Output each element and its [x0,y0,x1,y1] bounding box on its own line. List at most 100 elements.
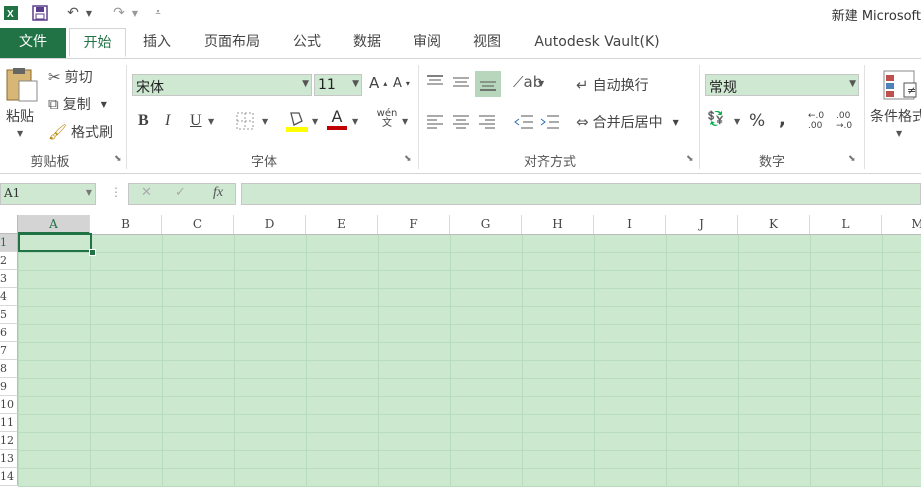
column-header[interactable]: D [234,215,306,234]
save-icon[interactable] [30,4,50,22]
font-color-dropdown-icon[interactable]: ▼ [352,117,358,126]
borders-icon[interactable] [236,112,254,134]
customize-qat-icon[interactable]: ⩡ [152,4,164,22]
shrink-font-icon[interactable]: A ▾ [393,76,410,91]
paste-dropdown-icon[interactable]: ▼ [17,129,23,138]
column-header[interactable]: L [810,215,882,234]
paste-icon[interactable] [4,67,40,103]
font-name-select[interactable]: 宋体 ▼ [132,74,312,96]
comma-style-button[interactable]: , [779,109,786,130]
fill-handle[interactable] [89,249,96,256]
column-header[interactable]: A [18,215,90,234]
merge-dropdown-icon[interactable]: ▼ [673,118,679,127]
paste-button[interactable]: 粘贴 [6,106,34,126]
wrap-text-button[interactable]: ↵ 自动换行 [576,75,649,95]
formula-input[interactable] [241,183,921,205]
cell-area[interactable] [18,234,921,487]
row-header[interactable]: 14 [0,468,18,486]
row-header[interactable]: 4 [0,288,18,306]
cancel-icon[interactable]: ✕ [141,185,152,200]
tab-data[interactable]: 数据 [342,28,392,58]
align-middle-icon[interactable] [451,73,471,95]
accounting-format-icon[interactable]: 💱 [707,111,724,127]
row-header[interactable]: 1 [0,234,18,252]
chevron-down-icon[interactable]: ▼ [86,188,92,197]
insert-function-icon[interactable]: fx [213,185,223,201]
borders-dropdown-icon[interactable]: ▼ [262,117,268,126]
tab-file[interactable]: 文件 [0,28,66,58]
align-top-icon[interactable] [425,73,445,95]
row-header[interactable]: 10 [0,396,18,414]
active-cell[interactable] [18,233,92,252]
copy-dropdown-icon[interactable]: ▼ [101,100,107,109]
tab-insert[interactable]: 插入 [130,28,184,58]
decrease-decimal-button[interactable]: .00 →.0 [836,111,860,131]
enter-icon[interactable]: ✓ [175,185,186,200]
column-header[interactable]: B [90,215,162,234]
column-header[interactable]: K [738,215,810,234]
grow-font-icon[interactable]: A ▴ [369,74,387,92]
number-launcher-icon[interactable]: ⬊ [848,155,857,164]
redo-icon[interactable]: ↷ [108,4,130,22]
percent-button[interactable]: % [749,111,765,131]
italic-button[interactable]: I [165,112,170,130]
column-header[interactable]: E [306,215,378,234]
bold-button[interactable]: B [138,112,149,130]
increase-decimal-button[interactable]: ←.0 .00 [808,111,834,131]
fill-color-dropdown-icon[interactable]: ▼ [312,117,318,126]
row-header[interactable]: 13 [0,450,18,468]
row-header[interactable]: 3 [0,270,18,288]
select-all-corner[interactable] [0,215,18,234]
column-header[interactable]: I [594,215,666,234]
underline-button[interactable]: U [190,112,202,130]
font-launcher-icon[interactable]: ⬊ [404,155,413,164]
undo-dropdown-icon[interactable]: ▼ [84,4,94,22]
font-size-select[interactable]: 11 ▼ [314,74,362,96]
row-header[interactable]: 9 [0,378,18,396]
align-center-icon[interactable] [451,113,471,135]
tab-view[interactable]: 视图 [462,28,512,58]
orientation-dropdown-icon[interactable]: ▼ [538,79,544,88]
phonetic-guide-icon[interactable]: wén文 [376,109,398,129]
row-header[interactable]: 11 [0,414,18,432]
conditional-formatting-dropdown-icon[interactable]: ▼ [896,129,902,138]
name-box[interactable]: A1 ▼ [0,183,96,205]
row-header[interactable]: 12 [0,432,18,450]
column-header[interactable]: M [882,215,921,234]
conditional-formatting-icon[interactable]: ≠ [882,69,918,103]
conditional-formatting-button[interactable]: 条件格式 [870,106,921,126]
column-header[interactable]: F [378,215,450,234]
copy-button[interactable]: ⧉ 复制 ▼ [48,94,107,114]
fill-color-icon[interactable] [286,109,308,133]
align-bottom-icon[interactable] [475,71,501,97]
align-left-icon[interactable] [425,113,445,135]
format-painter-button[interactable]: 🖌 格式刷 [48,122,113,142]
row-header[interactable]: 6 [0,324,18,342]
phonetic-dropdown-icon[interactable]: ▼ [402,117,408,126]
merge-center-button[interactable]: ⇔ 合并后居中 ▼ [576,112,679,132]
underline-dropdown-icon[interactable]: ▼ [208,117,214,126]
number-format-select[interactable]: 常规 ▼ [705,74,859,96]
decrease-indent-icon[interactable] [513,113,535,135]
alignment-launcher-icon[interactable]: ⬊ [686,155,695,164]
tab-page-layout[interactable]: 页面布局 [192,28,272,58]
row-header[interactable]: 2 [0,252,18,270]
increase-indent-icon[interactable] [539,113,561,135]
accounting-dropdown-icon[interactable]: ▼ [734,117,740,126]
column-header[interactable]: J [666,215,738,234]
redo-dropdown-icon[interactable]: ▼ [130,4,140,22]
tab-home[interactable]: 开始 [69,28,126,57]
cut-button[interactable]: ✂ 剪切 [48,67,93,87]
font-color-icon[interactable]: A [326,107,348,133]
tab-formulas[interactable]: 公式 [282,28,332,58]
row-header[interactable]: 7 [0,342,18,360]
column-header[interactable]: G [450,215,522,234]
column-header[interactable]: C [162,215,234,234]
column-header[interactable]: H [522,215,594,234]
tab-review[interactable]: 审阅 [402,28,452,58]
clipboard-launcher-icon[interactable]: ⬊ [114,155,123,164]
undo-icon[interactable]: ↶ [62,4,84,22]
tab-autodesk-vault[interactable]: Autodesk Vault(K) [526,28,668,58]
align-right-icon[interactable] [477,113,497,135]
row-header[interactable]: 8 [0,360,18,378]
